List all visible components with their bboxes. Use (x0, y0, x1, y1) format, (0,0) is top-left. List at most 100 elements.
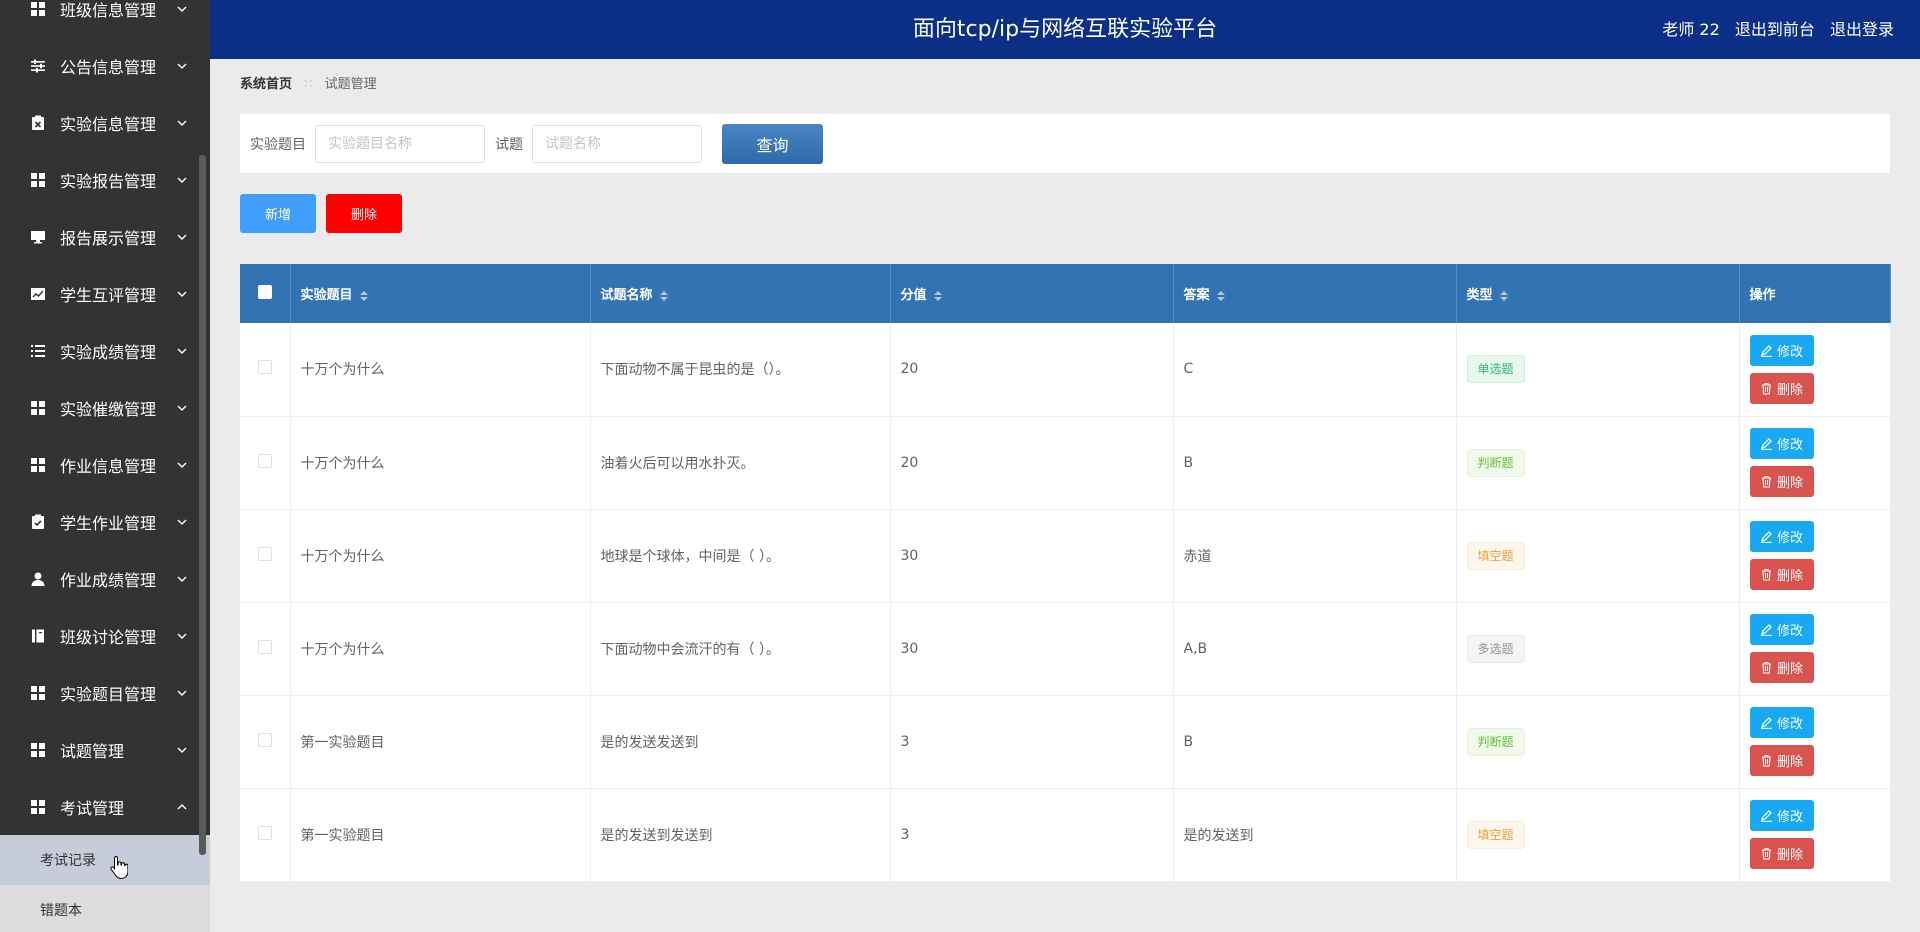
cell-answer: 赤道 (1173, 509, 1457, 603)
cell-question: 是的发送到发送到 (590, 788, 891, 882)
delete-button[interactable]: 删除 (1749, 372, 1814, 404)
chevron-down-icon (177, 462, 187, 468)
query-button[interactable]: 查询 (722, 123, 823, 164)
cell-question: 油着火后可以用水扑灭。 (590, 416, 891, 510)
trash-icon (1761, 568, 1771, 581)
column-header-label: 答案 (1183, 288, 1210, 303)
submenu-item-wrong-book[interactable]: 错题本 (0, 885, 210, 932)
breadcrumb-home[interactable]: 系统首页 (240, 77, 292, 92)
add-button[interactable]: 新增 (240, 194, 316, 233)
sort-icon[interactable] (359, 290, 369, 302)
sidebar-menu-item[interactable]: 试题管理 (0, 721, 210, 778)
row-select-cell (240, 416, 291, 510)
sidebar-menu-item[interactable]: 公告信息管理 (0, 37, 210, 94)
row-checkbox[interactable] (257, 825, 272, 840)
sidebar-menu-item[interactable]: 作业成绩管理 (0, 550, 210, 607)
trash-icon (1761, 661, 1771, 674)
sidebar-menu-item-label: 实验催缴管理 (60, 399, 157, 419)
grid-icon (31, 799, 45, 814)
edit-button[interactable]: 修改 (1749, 334, 1814, 366)
table-row: 十万个为什么 下面动物不属于昆虫的是（）。 20 C 单选题 修改 删除 (240, 323, 1891, 417)
cell-answer: 是的发送到 (1173, 788, 1457, 882)
edit-icon (1760, 344, 1772, 357)
delete-button[interactable]: 删除 (1749, 652, 1814, 683)
chevron-down-icon (177, 519, 187, 525)
sidebar-menu-item-label: 试题管理 (60, 741, 125, 761)
edit-button-label: 修改 (1776, 624, 1803, 639)
column-header-topic[interactable]: 实验题目 (290, 264, 591, 323)
submenu-item-exam-records[interactable]: 考试记录 (0, 835, 210, 885)
edit-button[interactable]: 修改 (1749, 800, 1814, 831)
cell-type: 多选题 (1456, 602, 1740, 696)
question-search-input[interactable] (532, 124, 702, 163)
hand-cursor-icon (110, 855, 128, 879)
grid-icon (31, 457, 45, 472)
sidebar-menu-item-label: 报告展示管理 (60, 228, 157, 248)
delete-button[interactable]: 删除 (1749, 466, 1814, 497)
edit-button[interactable]: 修改 (1749, 521, 1814, 552)
batch-delete-button[interactable]: 删除 (326, 194, 402, 233)
cell-operations: 修改 删除 (1739, 788, 1891, 882)
sidebar-menu-item[interactable]: 实验报告管理 (0, 151, 210, 208)
edit-button[interactable]: 修改 (1749, 614, 1814, 645)
logout-link[interactable]: 退出登录 (1830, 20, 1894, 39)
delete-button[interactable]: 删除 (1749, 745, 1814, 776)
sidebar-menu-item[interactable]: 实验题目管理 (0, 664, 210, 721)
delete-button[interactable]: 删除 (1749, 559, 1814, 590)
sidebar-menu-item[interactable]: 考试管理 (0, 778, 210, 835)
topic-search-input[interactable] (315, 124, 485, 163)
edit-button[interactable]: 修改 (1749, 707, 1814, 738)
sort-icon[interactable] (1499, 290, 1509, 302)
sort-icon[interactable] (933, 290, 943, 302)
sidebar-menu-item[interactable]: 实验信息管理 (0, 94, 210, 151)
cell-operations: 修改 删除 (1739, 509, 1891, 603)
column-header-answer[interactable]: 答案 (1173, 264, 1457, 323)
sidebar-menu-item-label: 作业信息管理 (60, 456, 157, 476)
sort-icon[interactable] (659, 290, 669, 302)
sidebar-menu-item[interactable]: 实验催缴管理 (0, 379, 210, 436)
chart-icon (31, 287, 45, 300)
delete-button-label: 删除 (1776, 662, 1803, 677)
row-checkbox[interactable] (257, 639, 272, 654)
column-header-question[interactable]: 试题名称 (590, 264, 891, 323)
breadcrumb-current: 试题管理 (324, 77, 377, 92)
cell-question: 地球是个球体，中间是（ ）。 (590, 509, 891, 603)
row-select-cell (240, 602, 291, 696)
column-header-score[interactable]: 分值 (890, 264, 1174, 323)
sidebar-scrollbar[interactable] (199, 155, 206, 855)
sidebar-menu-item[interactable]: 报告展示管理 (0, 208, 210, 265)
row-checkbox[interactable] (257, 732, 272, 747)
sidebar-menu-item[interactable]: 班级信息管理 (0, 0, 210, 37)
edit-icon (1760, 624, 1772, 636)
sidebar-menu-item[interactable]: 实验成绩管理 (0, 322, 210, 379)
cell-type: 单选题 (1456, 323, 1740, 417)
cell-operations: 修改 删除 (1739, 416, 1891, 510)
column-header-operations: 操作 (1739, 264, 1891, 323)
cell-topic: 十万个为什么 (290, 602, 591, 696)
cell-type: 判断题 (1456, 416, 1740, 510)
type-tag: 填空题 (1466, 541, 1525, 570)
sidebar-menu-item[interactable]: 班级讨论管理 (0, 607, 210, 664)
edit-button[interactable]: 修改 (1749, 428, 1814, 459)
chevron-down-icon (177, 690, 187, 696)
sidebar-menu-item-label: 公告信息管理 (60, 57, 157, 77)
sidebar-menu-item[interactable]: 作业信息管理 (0, 436, 210, 493)
cell-type: 判断题 (1456, 695, 1740, 789)
column-header-type[interactable]: 类型 (1456, 264, 1740, 323)
delete-button[interactable]: 删除 (1749, 838, 1814, 869)
cell-answer: B (1173, 695, 1457, 789)
delete-button-label: 删除 (1776, 755, 1803, 770)
row-checkbox[interactable] (257, 360, 272, 375)
sidebar-menu-item[interactable]: 学生互评管理 (0, 265, 210, 322)
delete-button-label: 删除 (1776, 382, 1803, 398)
cell-score: 30 (890, 509, 1174, 603)
sort-icon[interactable] (1216, 290, 1226, 302)
row-checkbox[interactable] (257, 546, 272, 561)
edit-button-label: 修改 (1776, 344, 1803, 360)
back-to-frontend-link[interactable]: 退出到前台 (1735, 20, 1815, 39)
sidebar-menu-item-label: 班级信息管理 (60, 0, 157, 20)
row-checkbox[interactable] (257, 453, 272, 468)
sidebar-menu-item[interactable]: 学生作业管理 (0, 493, 210, 550)
sliders-icon (31, 59, 45, 72)
select-all-checkbox[interactable] (257, 284, 272, 299)
